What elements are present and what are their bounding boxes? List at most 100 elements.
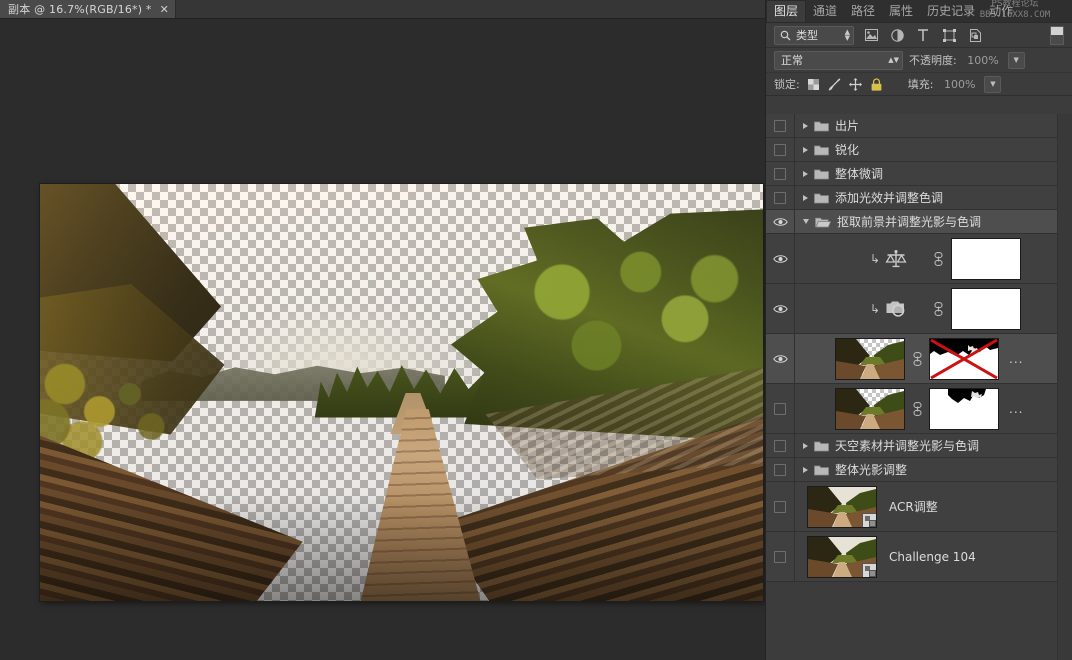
fill-value[interactable]: 100% — [939, 77, 978, 92]
layer-name: ACR调整 — [889, 500, 938, 514]
folder-icon — [814, 440, 829, 452]
chevron-right-icon[interactable] — [803, 466, 808, 473]
layer-row-group-chupian[interactable]: 出片 — [766, 114, 1059, 138]
layer-name: 整体微调 — [835, 167, 884, 181]
pixel-filter-icon[interactable] — [862, 27, 880, 44]
chevron-right-icon[interactable] — [803, 194, 808, 201]
smart-object-badge-icon — [862, 562, 876, 577]
filter-enable-toggle[interactable] — [1050, 25, 1064, 45]
chevron-down-icon[interactable] — [803, 219, 809, 224]
close-icon[interactable]: ✕ — [160, 4, 169, 15]
link-mask-icon[interactable] — [931, 234, 945, 283]
shape-filter-icon[interactable] — [940, 27, 958, 44]
layer-visibility-toggle[interactable] — [766, 114, 795, 137]
chevron-updown-icon: ▲▼ — [844, 28, 850, 42]
eye-icon — [772, 354, 788, 364]
link-mask-icon[interactable] — [910, 384, 924, 433]
tab-history[interactable]: 历史记录 — [920, 1, 982, 22]
tab-actions[interactable]: 动作 — [982, 1, 1020, 22]
opacity-stepper[interactable]: ▼ — [1007, 51, 1025, 69]
layer-name: 添加光效并调整色调 — [835, 191, 944, 205]
photo-filter-icon[interactable] — [883, 299, 909, 318]
document-tab[interactable]: 副本 @ 16.7%(RGB/16*) * ✕ — [0, 0, 176, 18]
layer-thumbnail[interactable] — [835, 387, 905, 430]
link-mask-icon[interactable] — [910, 334, 924, 383]
folder-open-icon — [815, 216, 831, 228]
layer-visibility-toggle[interactable] — [766, 234, 795, 283]
layer-visibility-toggle[interactable] — [766, 384, 795, 433]
filter-kind-select[interactable]: 类型 ▲ ▼ — [774, 25, 854, 45]
folder-icon — [814, 120, 829, 132]
lock-position-icon[interactable] — [848, 77, 863, 92]
layer-row-group-tiankong[interactable]: 天空素材并调整光影与色调 — [766, 434, 1059, 458]
layer-row-pixel-masked[interactable]: ... — [766, 384, 1059, 434]
warm-color-wash — [40, 184, 763, 601]
panel-tab-bar: 图层 通道 路径 属性 历史记录 动作 PS教程论坛 BBS.16XX8.COM — [766, 0, 1072, 23]
layer-name: Challenge 104 — [889, 549, 976, 564]
lock-all-icon[interactable] — [869, 77, 884, 92]
chevron-right-icon[interactable] — [803, 442, 808, 449]
layer-visibility-toggle[interactable] — [766, 186, 795, 209]
image-canvas[interactable] — [40, 184, 763, 601]
color-balance-icon[interactable] — [883, 249, 909, 269]
layer-row-group-zhengtiweitiao[interactable]: 整体微调 — [766, 162, 1059, 186]
blend-mode-row: 正常 ▲▼ 不透明度: 100% ▼ — [766, 48, 1072, 73]
layer-visibility-toggle[interactable] — [766, 284, 795, 333]
layer-row-group-ruihua[interactable]: 锐化 — [766, 138, 1059, 162]
tab-paths[interactable]: 路径 — [844, 1, 882, 22]
layer-visibility-toggle[interactable] — [766, 138, 795, 161]
chevron-right-icon[interactable] — [803, 170, 808, 177]
chevron-right-icon[interactable] — [803, 146, 808, 153]
smart-object-badge-icon — [862, 512, 876, 527]
layer-row-adjustment-color-balance[interactable]: ↳ — [766, 234, 1059, 284]
layer-row-group-kouqu-qianjing[interactable]: 抠取前景并调整光影与色调 — [766, 210, 1059, 234]
layer-list[interactable]: 出片 锐化 整体微调 添加光效并调整色调 抠取前景并调整光影与色调 ↳ ↳ ..… — [766, 114, 1059, 660]
layer-row-pixel-masked-disabled[interactable]: ... — [766, 334, 1059, 384]
eye-icon — [772, 304, 788, 314]
layer-row-smart-object-challenge[interactable]: Challenge 104 — [766, 532, 1059, 582]
layer-visibility-toggle[interactable] — [766, 434, 795, 457]
layer-row-group-zhengti-guangying[interactable]: 整体光影调整 — [766, 458, 1059, 482]
layer-mask-thumbnail[interactable] — [951, 287, 1021, 330]
layer-visibility-toggle[interactable] — [766, 482, 795, 531]
type-filter-icon[interactable] — [914, 27, 932, 44]
lock-image-pixels-icon[interactable] — [827, 77, 842, 92]
smart-object-filter-icon[interactable] — [966, 27, 984, 44]
layer-mask-thumbnail[interactable] — [951, 237, 1021, 280]
tab-properties[interactable]: 属性 — [882, 1, 920, 22]
mask-disabled-x-icon — [930, 338, 998, 379]
chevron-right-icon[interactable] — [803, 122, 808, 129]
layer-name: 整体光影调整 — [835, 463, 908, 477]
layer-thumbnail[interactable] — [835, 337, 905, 380]
layer-row-smart-object-acr[interactable]: ACR调整 — [766, 482, 1059, 532]
filter-kind-label: 类型 — [796, 29, 818, 42]
tab-channels[interactable]: 通道 — [806, 1, 844, 22]
layer-visibility-toggle[interactable] — [766, 210, 795, 233]
layer-thumbnail[interactable] — [807, 535, 877, 578]
search-icon — [780, 30, 791, 41]
adjustment-filter-icon[interactable] — [888, 27, 906, 44]
tab-layers[interactable]: 图层 — [766, 0, 807, 22]
layer-row-group-tianjiaguangxiao[interactable]: 添加光效并调整色调 — [766, 186, 1059, 210]
layer-visibility-toggle[interactable] — [766, 458, 795, 481]
layer-mask-thumbnail-disabled[interactable] — [929, 337, 999, 380]
eye-icon — [772, 217, 788, 227]
layer-visibility-toggle[interactable] — [766, 532, 795, 581]
link-mask-icon[interactable] — [931, 284, 945, 333]
layer-row-adjustment-photo-filter[interactable]: ↳ — [766, 284, 1059, 334]
layer-visibility-toggle[interactable] — [766, 162, 795, 185]
mask-shape — [930, 388, 998, 429]
lock-transparency-icon[interactable] — [806, 77, 821, 92]
layer-mask-thumbnail[interactable] — [929, 387, 999, 430]
layer-visibility-toggle[interactable] — [766, 334, 795, 383]
blend-mode-select[interactable]: 正常 ▲▼ — [774, 50, 903, 70]
layer-name: 锐化 — [835, 143, 860, 157]
fill-stepper[interactable]: ▼ — [984, 75, 1002, 93]
eye-icon — [772, 254, 788, 264]
layer-list-scrollbar[interactable] — [1057, 114, 1072, 660]
layer-thumbnail[interactable] — [807, 485, 877, 528]
layer-thumbnail-image — [836, 388, 904, 429]
opacity-label: 不透明度: — [909, 54, 957, 67]
blend-mode-value: 正常 — [781, 54, 803, 67]
opacity-value[interactable]: 100% — [963, 53, 1002, 68]
